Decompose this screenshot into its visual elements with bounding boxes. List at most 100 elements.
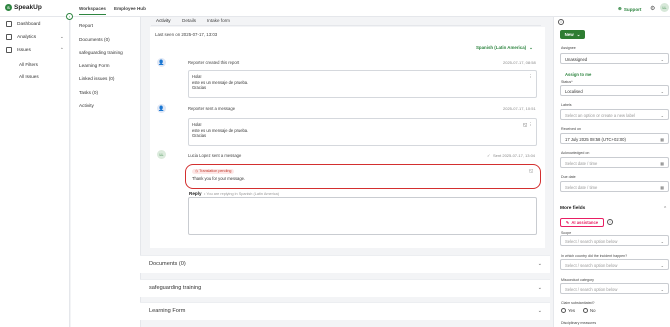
section-learning-form[interactable]: Learning Form ⌄ — [140, 302, 550, 320]
entry-actor: Lucia Lopez sent a message — [188, 153, 242, 158]
status-select[interactable]: Localised ⌄ — [560, 85, 669, 96]
chevron-down-icon: ⌄ — [537, 261, 542, 267]
section-safeguarding[interactable]: safeguarding training ⌄ — [140, 279, 550, 297]
tab-workspaces[interactable]: Workspaces — [79, 6, 106, 15]
handler-avatar: LL — [157, 150, 166, 159]
chevron-up-icon[interactable]: ⌃ — [663, 206, 667, 212]
collapse-nav-icon[interactable]: ‹ — [66, 13, 73, 20]
subnav-linked-issues[interactable]: Linked issues (0) — [79, 76, 114, 81]
scope-placeholder: Select / search option below — [565, 239, 618, 244]
chevron-down-icon: ⌄ — [660, 287, 664, 292]
radio-yes[interactable]: Yes — [561, 308, 575, 313]
app-logo[interactable]: S SpeakUp — [5, 4, 42, 11]
assignee-value: Unassigned — [565, 57, 588, 62]
new-button[interactable]: New ⌄ — [560, 30, 585, 39]
assign-to-me-link[interactable]: Assign to me — [565, 72, 591, 77]
scope-select[interactable]: Select / search option below ⌄ — [560, 235, 669, 246]
support-icon: ⊕ — [618, 6, 622, 11]
nav-all-issues[interactable]: All Issues — [19, 74, 39, 79]
received-date-field[interactable]: 17 July 2025 08:58 (UTC+02:00) ▦ — [560, 133, 669, 144]
info-icon[interactable]: i — [558, 19, 564, 25]
section-documents[interactable]: Documents (0) ⌄ — [140, 255, 550, 273]
entry-time: 2025-07-17, 10:51 — [503, 106, 536, 111]
due-date-field[interactable]: Select date / time ▦ — [560, 181, 669, 192]
substantiated-label: Claim substantiated? — [561, 301, 595, 305]
dashboard-icon — [6, 21, 12, 27]
country-label: In which country did the incident happen… — [561, 254, 628, 258]
tab-intake-form[interactable]: Intake form — [207, 18, 230, 23]
country-placeholder: Select / search option below — [565, 263, 618, 268]
nav-dashboard[interactable]: Dashboard — [6, 21, 40, 27]
due-date-label: Due date — [561, 175, 576, 179]
more-options-icon[interactable]: ⋮ — [529, 74, 534, 80]
country-select[interactable]: Select / search option below ⌄ — [560, 259, 669, 270]
chevron-down-icon: ⌄ — [660, 113, 664, 118]
chevron-down-icon: ⌄ — [660, 89, 664, 94]
chevron-down-icon: ⌄ — [576, 31, 581, 37]
subnav-tasks[interactable]: Tasks (0) — [79, 90, 98, 95]
reply-textarea[interactable] — [188, 197, 537, 235]
app-name: SpeakUp — [14, 4, 42, 11]
subnav-report[interactable]: Report — [79, 23, 93, 28]
chevron-down-icon: ⌄ — [537, 308, 542, 314]
entry-actor: Reporter created this report — [188, 60, 240, 65]
misconduct-select[interactable]: Select / search option below ⌄ — [560, 283, 669, 294]
calendar-icon: ▦ — [660, 137, 664, 142]
radio-circle — [583, 308, 588, 313]
radio-no[interactable]: No — [583, 308, 596, 313]
reporter-avatar: 👤 — [157, 104, 166, 113]
nav-issues-label: Issues — [17, 47, 31, 53]
sent-check-icon: ✓ — [487, 153, 491, 158]
nav-analytics[interactable]: Analytics — [6, 34, 36, 40]
labels-select[interactable]: Select an option or create a new label ⌄ — [560, 109, 669, 120]
assignee-label: Assignee — [561, 46, 576, 50]
tab-divider — [151, 24, 541, 26]
radio-no-label: No — [590, 308, 596, 313]
disciplinary-label: Disciplinary measures — [561, 321, 597, 325]
nav-all-filters[interactable]: All Filters — [19, 62, 38, 67]
subnav-documents[interactable]: Documents (0) — [79, 37, 110, 42]
last-seen-text: Last seen on 2025-07-17, 13:03 — [155, 32, 218, 37]
subnav-activity[interactable]: Activity — [79, 103, 94, 108]
reply-hint: • You are replying in Spanish (Latin Ame… — [204, 192, 280, 196]
gear-icon[interactable]: ⚙ — [650, 5, 655, 12]
magic-wand-icon: ✎ — [565, 220, 570, 225]
ai-assistance-label: AI assistance — [571, 220, 599, 225]
ai-assistance-button[interactable]: ✎ AI assistance — [560, 218, 604, 227]
misconduct-placeholder: Select / search option below — [565, 287, 618, 292]
language-select[interactable]: Spanish (Latin America) ⌄ — [476, 45, 533, 51]
more-options-icon[interactable]: ◱ ⋮ — [523, 122, 533, 128]
support-link[interactable]: ⊕ Support — [618, 6, 641, 12]
misconduct-label: Misconduct category — [561, 278, 594, 282]
tab-employee-hub[interactable]: Employee Hub — [114, 6, 146, 11]
labels-placeholder: Select an option or create a new label — [565, 113, 636, 118]
message-line: Gracias — [192, 85, 207, 90]
message-box: ⋮ Hola! este es un mensaje de prueba. Gr… — [188, 70, 537, 98]
reply-hint-text: You are replying in Spanish (Latin Ameri… — [206, 192, 280, 196]
acknowledged-label: Acknowledged on — [561, 151, 590, 155]
reporter-avatar: 👤 — [157, 58, 166, 67]
info-icon[interactable]: i — [607, 219, 613, 225]
nav-issues[interactable]: Issues — [6, 47, 31, 53]
subnav-learning-form[interactable]: Learning Form — [79, 63, 109, 68]
message-line: Gracias — [192, 133, 207, 138]
acknowledged-date-field[interactable]: Select date / time ▦ — [560, 157, 669, 168]
tab-details[interactable]: Details — [182, 18, 196, 23]
message-box: ◱ ⋮ Hola! este es un mensaje de prueba. … — [188, 118, 537, 146]
copy-icon[interactable]: ◱ — [529, 168, 533, 174]
badge-label: Translation pending — [199, 169, 232, 173]
translation-pending-badge: ◷ Translation pending — [192, 168, 235, 174]
assignee-select[interactable]: Unassigned ⌄ — [560, 53, 669, 64]
chevron-up-icon[interactable]: ⌃ — [60, 47, 64, 53]
calendar-icon: ▦ — [660, 185, 664, 190]
user-avatar[interactable]: LL — [660, 3, 669, 12]
radio-yes-label: Yes — [568, 308, 576, 313]
new-button-label: New — [564, 32, 574, 37]
subnav-safeguarding[interactable]: safeguarding training — [79, 50, 123, 55]
nav-analytics-label: Analytics — [17, 34, 37, 40]
acknowledged-placeholder: Select date / time — [565, 161, 598, 166]
status-value: Localised — [565, 89, 583, 94]
chevron-down-icon: ⌄ — [660, 239, 664, 244]
chevron-down-icon[interactable]: ⌄ — [60, 34, 64, 40]
due-date-placeholder: Select date / time — [565, 185, 598, 190]
